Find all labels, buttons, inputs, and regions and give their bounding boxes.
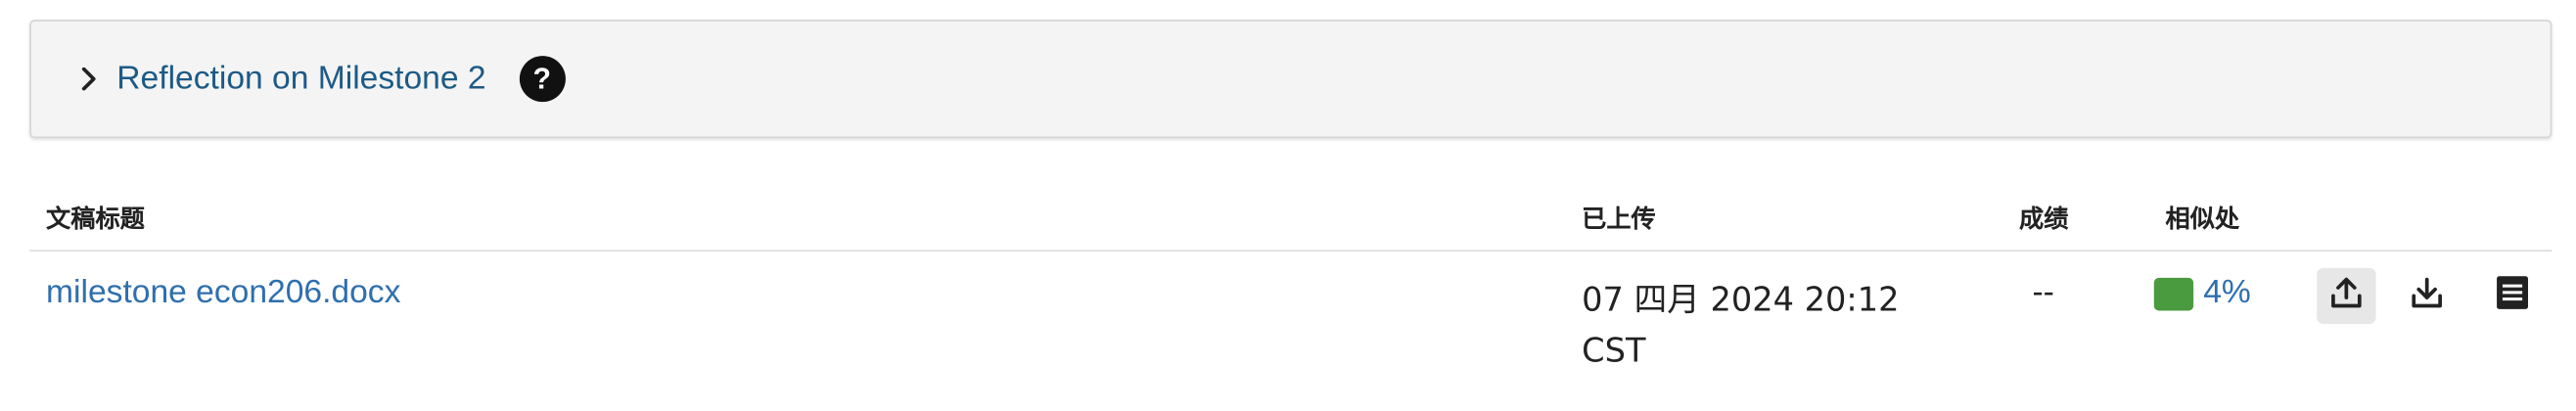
table-divider — [29, 250, 2553, 252]
assignment-title[interactable]: Reflection on Milestone 2 — [116, 60, 485, 98]
details-icon — [2495, 272, 2531, 320]
uploaded-date-line1: 07 四月 2024 20:12 — [1582, 279, 1900, 319]
assignment-panel[interactable]: Reflection on Milestone 2 ? — [29, 20, 2553, 139]
uploaded-date-line2: CST — [1582, 330, 1646, 370]
uploaded-date: 07 四月 2024 20:12 CST — [1582, 275, 1899, 377]
chevron-right-icon[interactable] — [77, 67, 101, 91]
grade-value: -- — [2032, 274, 2054, 311]
similarity-report-link[interactable]: 4% — [2153, 275, 2251, 313]
download-button[interactable] — [2397, 268, 2456, 324]
question-circle-icon[interactable]: ? — [519, 56, 566, 103]
stage: Reflection on Milestone 2 ? 文稿标题 已上传 成绩 … — [0, 0, 2575, 394]
similarity-percent[interactable]: 4% — [2203, 275, 2251, 313]
upload-button[interactable] — [2317, 267, 2376, 324]
details-button[interactable] — [2483, 268, 2542, 324]
download-icon — [2408, 272, 2447, 320]
upload-icon — [2326, 272, 2366, 320]
column-header-similarity[interactable]: 相似处 — [2166, 201, 2240, 235]
submission-title-link[interactable]: milestone econ206.docx — [46, 275, 400, 313]
column-header-grade[interactable]: 成绩 — [2019, 201, 2068, 235]
column-header-title[interactable]: 文稿标题 — [46, 201, 145, 235]
similarity-color-swatch — [2153, 277, 2194, 310]
column-header-uploaded[interactable]: 已上传 — [1582, 201, 1656, 235]
